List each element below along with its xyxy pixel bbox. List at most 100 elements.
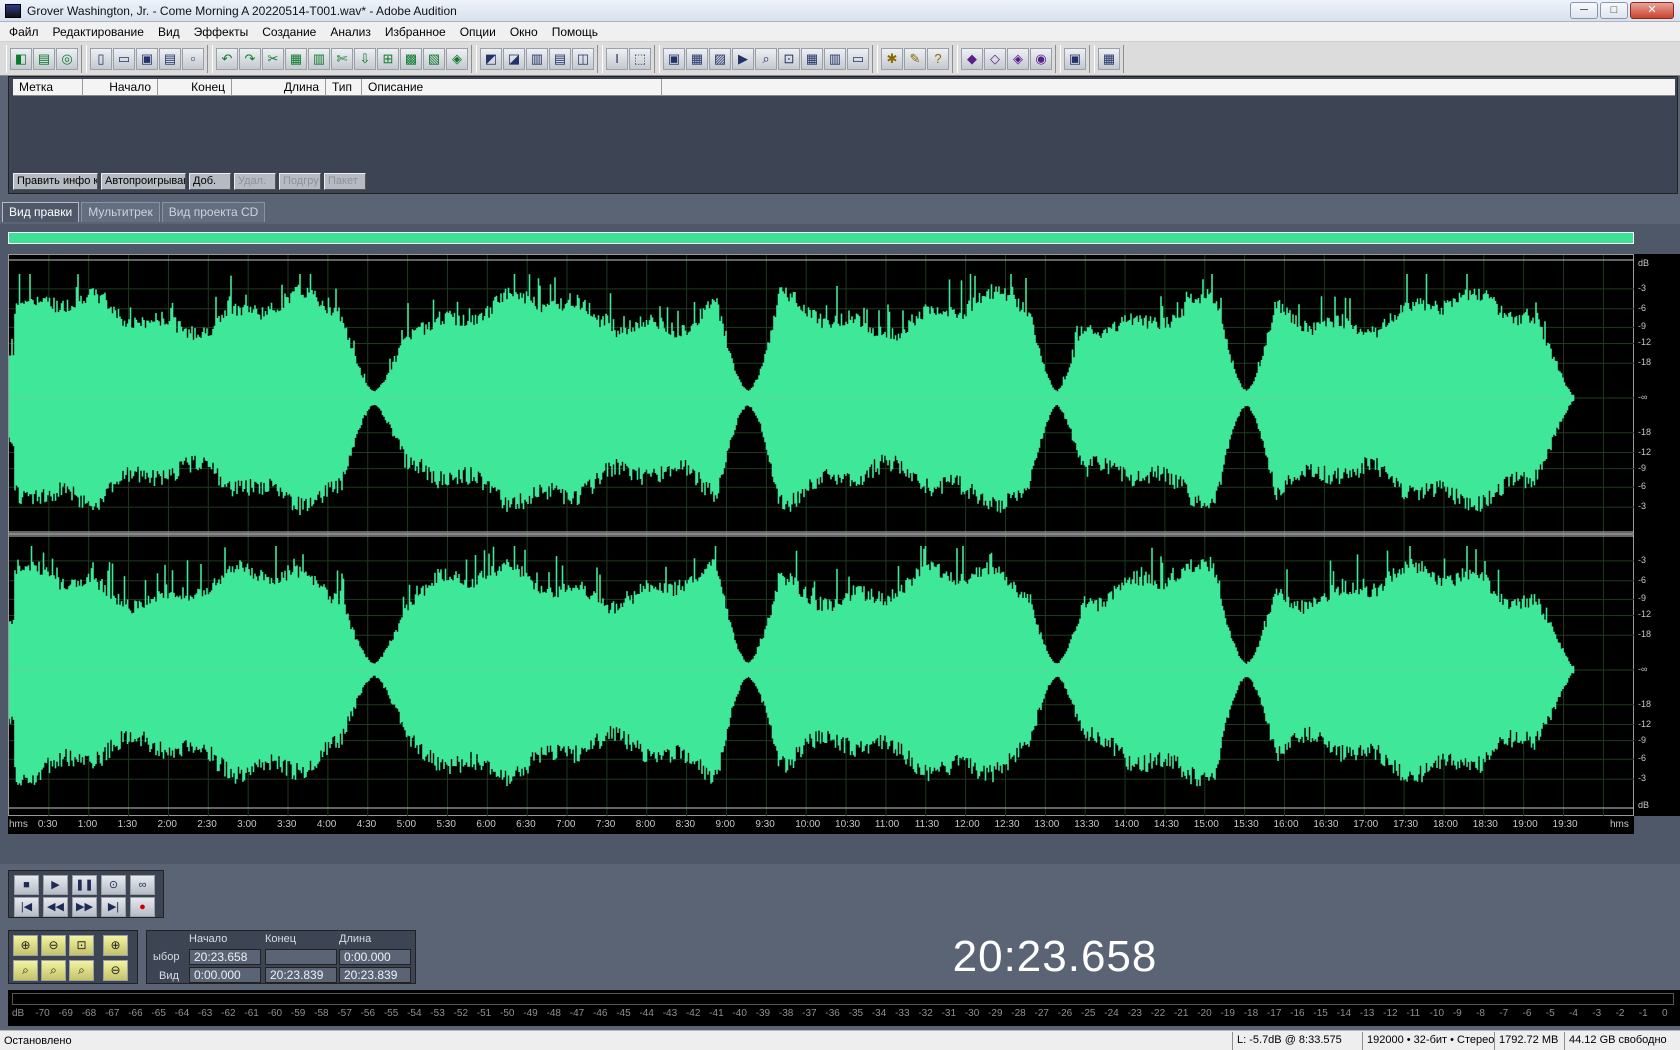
- view-9-icon[interactable]: ▭: [847, 47, 869, 70]
- noise-icon[interactable]: ◈: [446, 47, 468, 70]
- col-header-length[interactable]: Длина: [232, 79, 326, 96]
- menu-item-2[interactable]: Вид: [151, 25, 187, 39]
- menu-item-8[interactable]: Окно: [503, 25, 545, 39]
- time-ruler[interactable]: hms hms 0:30 1:00 1:30 2:00 2:30 3:00 3:30 4:00 4:…: [8, 816, 1634, 834]
- menu-item-5[interactable]: Анализ: [323, 25, 378, 39]
- audition-app-icon[interactable]: [5, 3, 21, 18]
- normalize-icon[interactable]: ▩: [400, 47, 422, 70]
- view-7-icon[interactable]: ▦: [801, 47, 823, 70]
- marquee-icon[interactable]: ⬚: [629, 47, 651, 70]
- redo-icon[interactable]: ↷: [239, 47, 261, 70]
- tool-1-icon[interactable]: ✱: [881, 47, 903, 70]
- loop-icon[interactable]: ◫: [572, 47, 594, 70]
- selection-start-field[interactable]: 20:23.658: [189, 949, 261, 965]
- loop-icon[interactable]: ∞: [130, 875, 155, 895]
- amplify-icon[interactable]: ▧: [423, 47, 445, 70]
- tab-view-2[interactable]: Вид проекта CD: [161, 202, 266, 222]
- go-to-start-icon[interactable]: |◀: [14, 897, 39, 917]
- view-3-icon[interactable]: ▨: [709, 47, 731, 70]
- view-4-icon[interactable]: ▶: [732, 47, 754, 70]
- minimize-button[interactable]: ─: [1570, 2, 1598, 19]
- effect-2-icon[interactable]: ◇: [984, 47, 1006, 70]
- multitrack-icon[interactable]: ▤: [33, 47, 55, 70]
- play-to-end-icon[interactable]: ⊙: [101, 875, 126, 895]
- menu-item-3[interactable]: Эффекты: [187, 25, 256, 39]
- col-header-label[interactable]: Метка: [13, 79, 83, 96]
- zoom-in-vertical-icon[interactable]: ⊕: [103, 935, 128, 956]
- selection-length-field[interactable]: 0:00.000: [339, 949, 411, 965]
- zoom-in-horizontal-icon[interactable]: ⊕: [13, 935, 38, 956]
- menu-item-1[interactable]: Редактирование: [46, 25, 151, 39]
- open-icon[interactable]: ▭: [113, 47, 135, 70]
- extra-1-icon[interactable]: ▣: [1064, 47, 1086, 70]
- extra-2-icon[interactable]: ▦: [1098, 47, 1120, 70]
- phase-icon[interactable]: ◪: [503, 47, 525, 70]
- col-header-description[interactable]: Описание: [362, 79, 662, 96]
- stop-icon[interactable]: ■: [14, 875, 39, 895]
- view-start-field[interactable]: 0:00.000: [189, 967, 261, 983]
- view-2-icon[interactable]: ▦: [686, 47, 708, 70]
- menu-item-7[interactable]: Опции: [453, 25, 503, 39]
- view-end-field[interactable]: 20:23.839: [265, 967, 337, 983]
- crossfade-icon[interactable]: ⊞: [377, 47, 399, 70]
- copy-icon[interactable]: ▦: [285, 47, 307, 70]
- record-icon[interactable]: ●: [130, 897, 155, 917]
- waveform-icon[interactable]: ◧: [10, 47, 32, 70]
- view-6-icon[interactable]: ⊡: [778, 47, 800, 70]
- overview-bar[interactable]: [8, 232, 1634, 244]
- waveform-display[interactable]: [8, 254, 1635, 817]
- zoom-out-vertical-icon[interactable]: ⊖: [103, 960, 128, 981]
- selection-end-field[interactable]: [265, 949, 337, 965]
- zoom-out-horizontal-icon[interactable]: ⊖: [41, 935, 66, 956]
- menu-item-6[interactable]: Избранное: [378, 25, 453, 39]
- view-length-field[interactable]: 20:23.839: [339, 967, 411, 983]
- go-to-end-icon[interactable]: ▶|: [101, 897, 126, 917]
- fast-forward-icon[interactable]: ▶▶: [72, 897, 97, 917]
- time-select-icon[interactable]: I: [606, 47, 628, 70]
- col-header-end[interactable]: Конец: [158, 79, 232, 96]
- mix-paste-icon[interactable]: ⇩: [354, 47, 376, 70]
- paste-icon[interactable]: ▥: [308, 47, 330, 70]
- menu-item-4[interactable]: Создание: [255, 25, 323, 39]
- view-1-icon[interactable]: ▣: [663, 47, 685, 70]
- cd-icon[interactable]: ◎: [56, 47, 78, 70]
- zoom-full-icon[interactable]: ⊡: [69, 935, 94, 956]
- maximize-button[interactable]: □: [1600, 2, 1628, 19]
- stats-icon[interactable]: ▤: [549, 47, 571, 70]
- menu-item-9[interactable]: Помощь: [545, 25, 605, 39]
- close-file-icon[interactable]: ▫: [182, 47, 204, 70]
- rewind-icon[interactable]: ◀◀: [43, 897, 68, 917]
- menu-item-0[interactable]: Файл: [2, 25, 46, 39]
- col-header-start[interactable]: Начало: [83, 79, 158, 96]
- view-5-icon[interactable]: ⌕: [755, 47, 777, 70]
- save-icon[interactable]: ▣: [136, 47, 158, 70]
- cue-button-0[interactable]: Править инфо кн: [13, 173, 98, 190]
- new-file-icon[interactable]: ▯: [90, 47, 112, 70]
- close-button[interactable]: ✕: [1630, 2, 1674, 19]
- effect-4-icon[interactable]: ◉: [1030, 47, 1052, 70]
- effect-3-icon[interactable]: ◈: [1007, 47, 1029, 70]
- zoom-selection-icon[interactable]: ⌕: [69, 960, 94, 981]
- help-icon[interactable]: ?: [927, 47, 949, 70]
- cue-button-2[interactable]: Доб.: [189, 173, 231, 190]
- play-icon[interactable]: ▶: [43, 875, 68, 895]
- view-8-icon[interactable]: ▥: [824, 47, 846, 70]
- tab-view-1[interactable]: Мультитрек: [81, 202, 160, 222]
- cue-button-1[interactable]: Автопроигрывани: [101, 173, 186, 190]
- effect-1-icon[interactable]: ◆: [961, 47, 983, 70]
- tool-2-icon[interactable]: ✎: [904, 47, 926, 70]
- save-as-icon[interactable]: ▤: [159, 47, 181, 70]
- zoom-right-icon[interactable]: ⌕: [41, 960, 66, 981]
- frequency-icon[interactable]: ▥: [526, 47, 548, 70]
- pause-icon[interactable]: ❚❚: [72, 875, 97, 895]
- tab-view-0[interactable]: Вид правки: [2, 202, 80, 222]
- meter-label-49: -22: [1150, 1008, 1166, 1019]
- zoom-left-icon[interactable]: ⌕: [13, 960, 38, 981]
- cut-icon[interactable]: ✂: [262, 47, 284, 70]
- selection-view-panel: Начало Конец Длина ыбор Вид 20:23.658 0:…: [146, 930, 416, 984]
- trim-icon[interactable]: ✄: [331, 47, 353, 70]
- spectral-icon[interactable]: ◩: [480, 47, 502, 70]
- view-row-label: Вид: [159, 970, 179, 982]
- undo-icon[interactable]: ↶: [216, 47, 238, 70]
- col-header-type[interactable]: Тип: [326, 79, 362, 96]
